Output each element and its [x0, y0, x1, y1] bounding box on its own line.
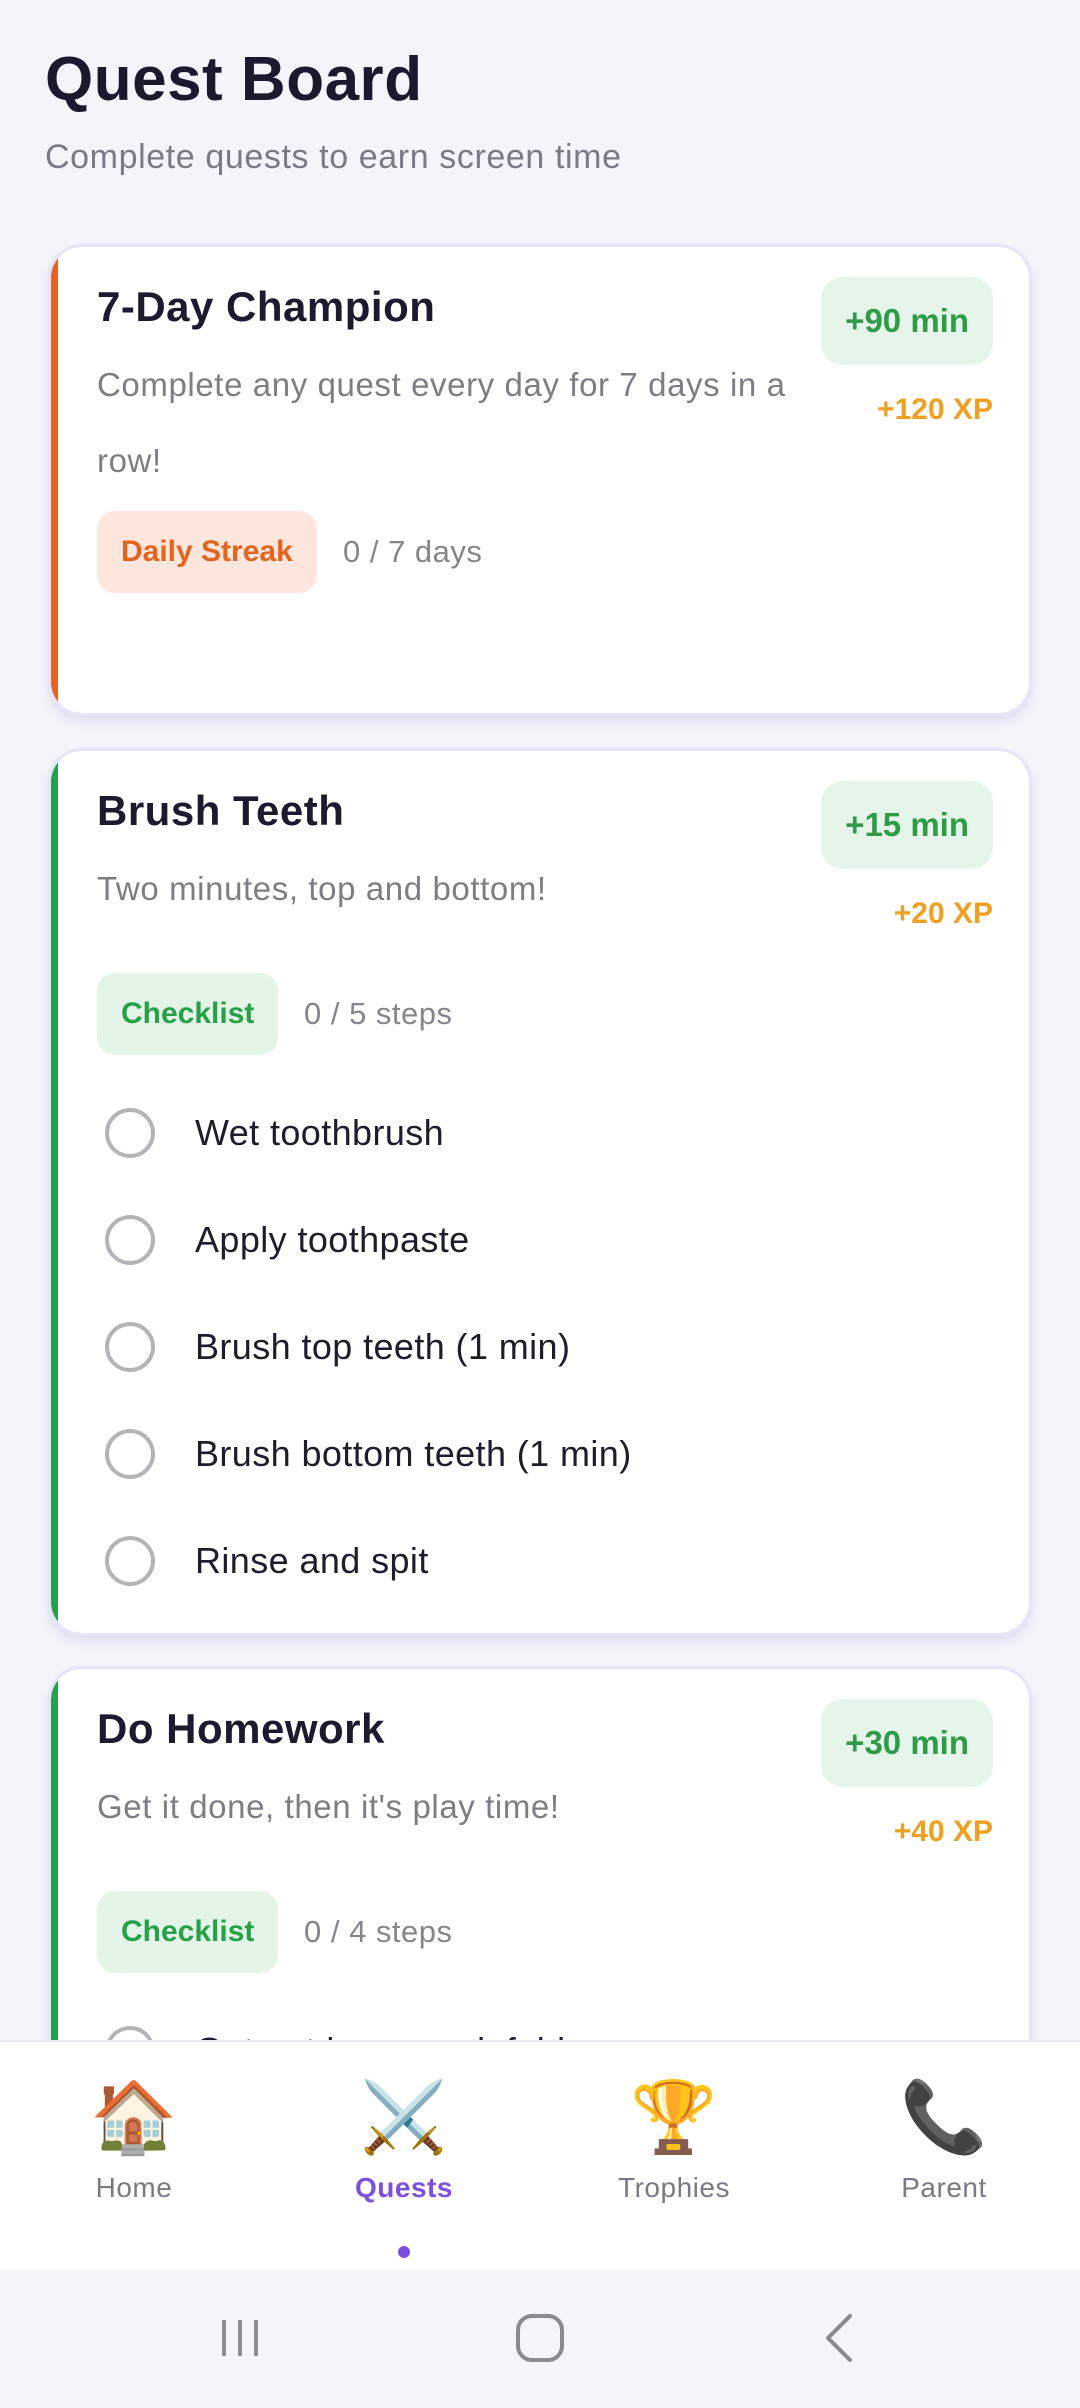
quest-accent-stripe [51, 751, 58, 1633]
quest-title: Brush Teeth [97, 787, 345, 834]
quest-progress: 0 / 4 steps [304, 1914, 453, 1949]
quest-type-tag: Checklist [97, 1891, 279, 1973]
quest-accent-stripe [51, 247, 58, 713]
checklist-step[interactable]: Apply toothpaste [105, 1210, 470, 1270]
step-label: Brush bottom teeth (1 min) [195, 1433, 632, 1474]
quest-progress: 0 / 5 steps [304, 996, 453, 1031]
step-label: Rinse and spit [195, 1540, 429, 1581]
checklist-step[interactable]: Brush bottom teeth (1 min) [105, 1424, 632, 1484]
quest-description: Two minutes, top and bottom! [97, 870, 547, 907]
step-checkbox[interactable] [105, 1215, 155, 1265]
phone-icon: 📞 [900, 2078, 988, 2156]
page-title: Quest Board [45, 45, 423, 114]
quest-description: Complete any quest every day for 7 days … [97, 366, 786, 479]
step-label: Brush top teeth (1 min) [195, 1326, 571, 1367]
step-checkbox[interactable] [105, 1429, 155, 1479]
nav-label: Trophies [618, 2172, 730, 2203]
bottom-navigation-bar: 🏠 Home ⚔️ Quests 🏆 Trophies 📞 Parent [0, 2040, 1080, 2270]
nav-item-quests[interactable]: ⚔️ Quests [304, 2072, 504, 2258]
reward-badge: +15 min [821, 781, 993, 869]
system-navigation-bar [0, 2270, 1080, 2408]
checklist-step[interactable]: Wet toothbrush [105, 1103, 444, 1163]
quest-card-7-day-champion[interactable]: 7-Day Champion Complete any quest every … [48, 244, 1032, 716]
step-checkbox[interactable] [105, 1536, 155, 1586]
quest-type-tag: Daily Streak [97, 511, 317, 593]
nav-item-trophies[interactable]: 🏆 Trophies [574, 2072, 774, 2204]
step-label: Apply toothpaste [195, 1219, 470, 1260]
page-header: Quest Board Complete quests to earn scre… [45, 40, 1035, 177]
nav-item-home[interactable]: 🏠 Home [34, 2072, 234, 2204]
xp-label: +120 XP [877, 393, 993, 426]
step-label: Wet toothbrush [195, 1112, 445, 1153]
house-icon: 🏠 [90, 2078, 178, 2156]
quest-title: Do Homework [97, 1705, 385, 1752]
quest-accent-stripe [51, 1669, 58, 2040]
checklist-step[interactable]: Brush top teeth (1 min) [105, 1317, 570, 1377]
quest-type-tag: Checklist [97, 973, 279, 1055]
quest-list-scroll[interactable]: Quest Board Complete quests to earn scre… [0, 0, 1080, 2040]
step-label: Get out homework folder [195, 2030, 598, 2040]
quest-title: 7-Day Champion [97, 283, 436, 330]
recent-apps-icon[interactable] [200, 2306, 280, 2370]
quest-card-do-homework[interactable]: Do Homework Get it done, then it's play … [48, 1666, 1032, 2040]
trophy-icon: 🏆 [630, 2078, 718, 2156]
step-checkbox[interactable] [105, 2026, 155, 2040]
active-indicator-dot [398, 2246, 410, 2258]
step-checkbox[interactable] [105, 1108, 155, 1158]
nav-label: Parent [901, 2172, 987, 2203]
checklist-step[interactable]: Rinse and spit [105, 1531, 429, 1591]
nav-item-parent[interactable]: 📞 Parent [844, 2072, 1044, 2204]
xp-label: +20 XP [893, 897, 993, 930]
quest-description: Get it done, then it's play time! [97, 1788, 560, 1825]
reward-badge: +30 min [821, 1699, 993, 1787]
quest-card-brush-teeth[interactable]: Brush Teeth Two minutes, top and bottom!… [48, 748, 1032, 1636]
xp-label: +40 XP [893, 1815, 993, 1848]
reward-badge: +90 min [821, 277, 993, 365]
page-subtitle: Complete quests to earn screen time [45, 138, 622, 176]
checklist-step[interactable]: Get out homework folder [105, 2021, 598, 2040]
back-icon[interactable] [800, 2306, 880, 2370]
nav-label: Quests [355, 2172, 453, 2203]
crossed-swords-icon: ⚔️ [360, 2078, 448, 2156]
nav-label: Home [95, 2172, 173, 2203]
step-checkbox[interactable] [105, 1322, 155, 1372]
home-icon[interactable] [500, 2306, 580, 2370]
quest-progress: 0 / 7 days [343, 534, 483, 569]
